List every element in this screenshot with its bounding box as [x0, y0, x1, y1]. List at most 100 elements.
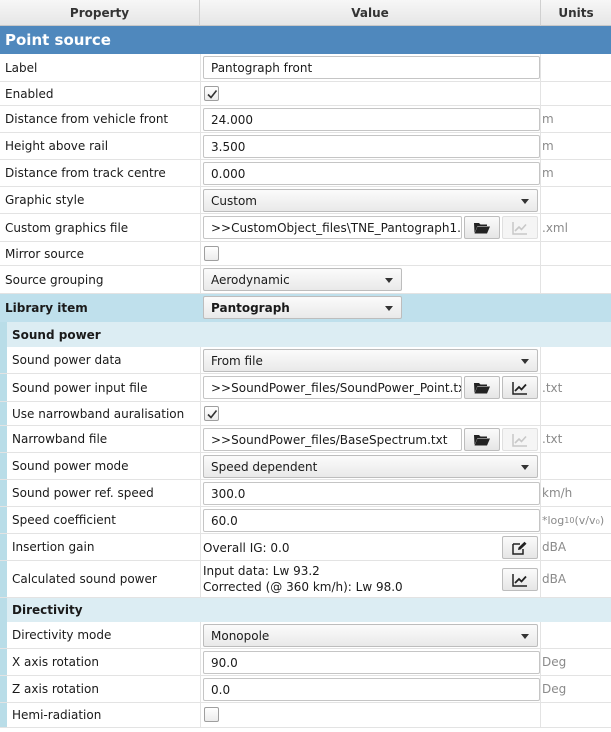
z-rotation-input[interactable]: 0.0 [203, 678, 540, 701]
speed-coefficient-input[interactable]: 60.0 [203, 509, 540, 532]
section-title: Point source [5, 31, 111, 49]
unit-distance-front: m [542, 112, 554, 126]
unit-narrowband-file: .txt [542, 432, 563, 446]
checkmark-icon [207, 90, 218, 99]
row-calculated-sound-power: Calculated sound power Input data: Lw 93… [0, 561, 611, 598]
row-sound-power-data: Sound power data From file [0, 347, 611, 374]
row-sound-power-mode: Sound power mode Speed dependent [0, 453, 611, 480]
row-narrowband-file: Narrowband file >>SoundPower_files/BaseS… [0, 426, 611, 453]
row-speed-coefficient: Speed coefficient 60.0 *log 10 (v/v₀) [0, 507, 611, 534]
unit-calculated-sound-power: dBA [542, 572, 567, 586]
chevron-down-icon [385, 306, 393, 311]
plot-narrowband-button[interactable] [502, 428, 538, 451]
prop-directivity-mode: Directivity mode [12, 628, 112, 642]
browse-narrowband-button[interactable] [464, 428, 500, 451]
x-rotation-input[interactable]: 90.0 [203, 651, 540, 674]
ref-speed-input[interactable]: 300.0 [203, 482, 540, 505]
source-grouping-dropdown[interactable]: Aerodynamic [203, 268, 402, 291]
row-sound-power-input: Sound power input file >>SoundPower_file… [0, 374, 611, 402]
narrowband-file-input[interactable]: >>SoundPower_files/BaseSpectrum.txt [203, 428, 462, 451]
insertion-gain-value: Overall IG: 0.0 [203, 541, 290, 555]
prop-hemi-radiation: Hemi-radiation [12, 708, 102, 722]
sound-power-input-field[interactable]: >>SoundPower_files/SoundPower_Point.txt [203, 376, 462, 399]
section-point-source: Point source [0, 26, 611, 54]
calculated-corrected: Corrected (@ 360 km/h): Lw 98.0 [203, 580, 403, 594]
row-graphic-style: Graphic style Custom [0, 187, 611, 214]
library-item-dropdown[interactable]: Pantograph [203, 296, 402, 319]
chevron-down-icon [521, 359, 529, 364]
unit-ref-speed: km/h [542, 486, 573, 500]
plot-sound-power-button[interactable] [502, 376, 538, 399]
chevron-down-icon [521, 199, 529, 204]
prop-sound-power-input: Sound power input file [12, 380, 148, 395]
prop-distance-front: Distance from vehicle front [5, 112, 169, 126]
browse-graphics-button[interactable] [464, 216, 500, 239]
unit-distance-track: m [542, 166, 554, 180]
prop-insertion-gain: Insertion gain [12, 540, 95, 554]
prop-speed-coefficient: Speed coefficient [12, 513, 116, 527]
row-label: Label Pantograph front [0, 54, 611, 82]
unit-speed-coefficient-pre: *log [542, 513, 565, 527]
chart-icon [512, 381, 527, 395]
browse-sound-power-button[interactable] [464, 376, 500, 399]
row-z-rotation: Z axis rotation 0.0 Deg [0, 676, 611, 703]
unit-insertion-gain: dBA [542, 540, 567, 554]
unit-speed-coefficient-post: (v/v₀) [574, 513, 605, 527]
preview-graphics-button[interactable] [502, 216, 538, 239]
library-item-value: Pantograph [211, 300, 290, 315]
sound-power-data-value: From file [211, 353, 263, 368]
custom-graphics-input[interactable]: >>CustomObject_files\TNE_Pantograph1.xml [203, 216, 462, 239]
prop-label: Label [5, 60, 38, 75]
directivity-mode-dropdown[interactable]: Monopole [203, 624, 538, 647]
column-header-value[interactable]: Value [200, 0, 541, 26]
chevron-down-icon [521, 465, 529, 470]
edit-insertion-gain-button[interactable] [502, 536, 538, 559]
prop-mirror-source: Mirror source [5, 246, 85, 261]
unit-speed-coefficient-sub: 10 [564, 515, 575, 525]
directivity-mode-value: Monopole [211, 628, 270, 643]
prop-distance-track: Distance from track centre [5, 166, 166, 180]
edit-icon [512, 541, 527, 555]
prop-sound-power-data: Sound power data [12, 353, 122, 367]
prop-source-grouping: Source grouping [5, 272, 104, 287]
unit-x-rotation: Deg [542, 655, 567, 669]
mirror-source-checkbox[interactable] [204, 246, 219, 261]
prop-graphic-style: Graphic style [5, 193, 85, 207]
folder-open-icon [474, 382, 490, 393]
prop-enabled: Enabled [5, 86, 54, 101]
height-rail-input[interactable]: 3.500 [203, 135, 540, 158]
chart-icon [512, 573, 527, 587]
enabled-checkbox[interactable] [204, 86, 219, 101]
checkmark-icon [207, 410, 218, 419]
prop-x-rotation: X axis rotation [12, 655, 99, 669]
narrowband-auralisation-checkbox[interactable] [204, 406, 219, 421]
prop-narrowband-auralisation: Use narrowband auralisation [12, 406, 185, 421]
sound-power-mode-dropdown[interactable]: Speed dependent [203, 455, 538, 478]
subsection-directivity: Directivity [12, 603, 83, 617]
row-directivity-header: Directivity [0, 598, 611, 622]
column-header-units[interactable]: Units [541, 0, 611, 26]
prop-z-rotation: Z axis rotation [12, 682, 99, 696]
folder-open-icon [474, 434, 490, 445]
row-mirror-source: Mirror source [0, 242, 611, 266]
graphic-style-dropdown[interactable]: Custom [203, 189, 538, 212]
row-enabled: Enabled [0, 82, 611, 106]
row-custom-graphics: Custom graphics file >>CustomObject_file… [0, 214, 611, 242]
prop-narrowband-file: Narrowband file [12, 432, 108, 446]
distance-front-input[interactable]: 24.000 [203, 108, 540, 131]
chevron-down-icon [385, 278, 393, 283]
plot-calculated-button[interactable] [502, 568, 538, 591]
column-header-property[interactable]: Property [0, 0, 200, 26]
distance-track-input[interactable]: 0.000 [203, 162, 540, 185]
hemi-radiation-checkbox[interactable] [204, 707, 219, 722]
row-source-grouping: Source grouping Aerodynamic [0, 266, 611, 294]
row-narrowband-auralisation: Use narrowband auralisation [0, 402, 611, 426]
label-input[interactable]: Pantograph front [203, 56, 540, 79]
row-ref-speed: Sound power ref. speed 300.0 km/h [0, 480, 611, 507]
chart-icon [512, 221, 527, 235]
sound-power-data-dropdown[interactable]: From file [203, 349, 538, 372]
unit-custom-graphics: .xml [542, 220, 568, 235]
prop-calculated-sound-power: Calculated sound power [12, 572, 157, 586]
prop-ref-speed: Sound power ref. speed [12, 486, 154, 500]
unit-speed-coefficient: *log 10 (v/v₀) [542, 507, 604, 533]
